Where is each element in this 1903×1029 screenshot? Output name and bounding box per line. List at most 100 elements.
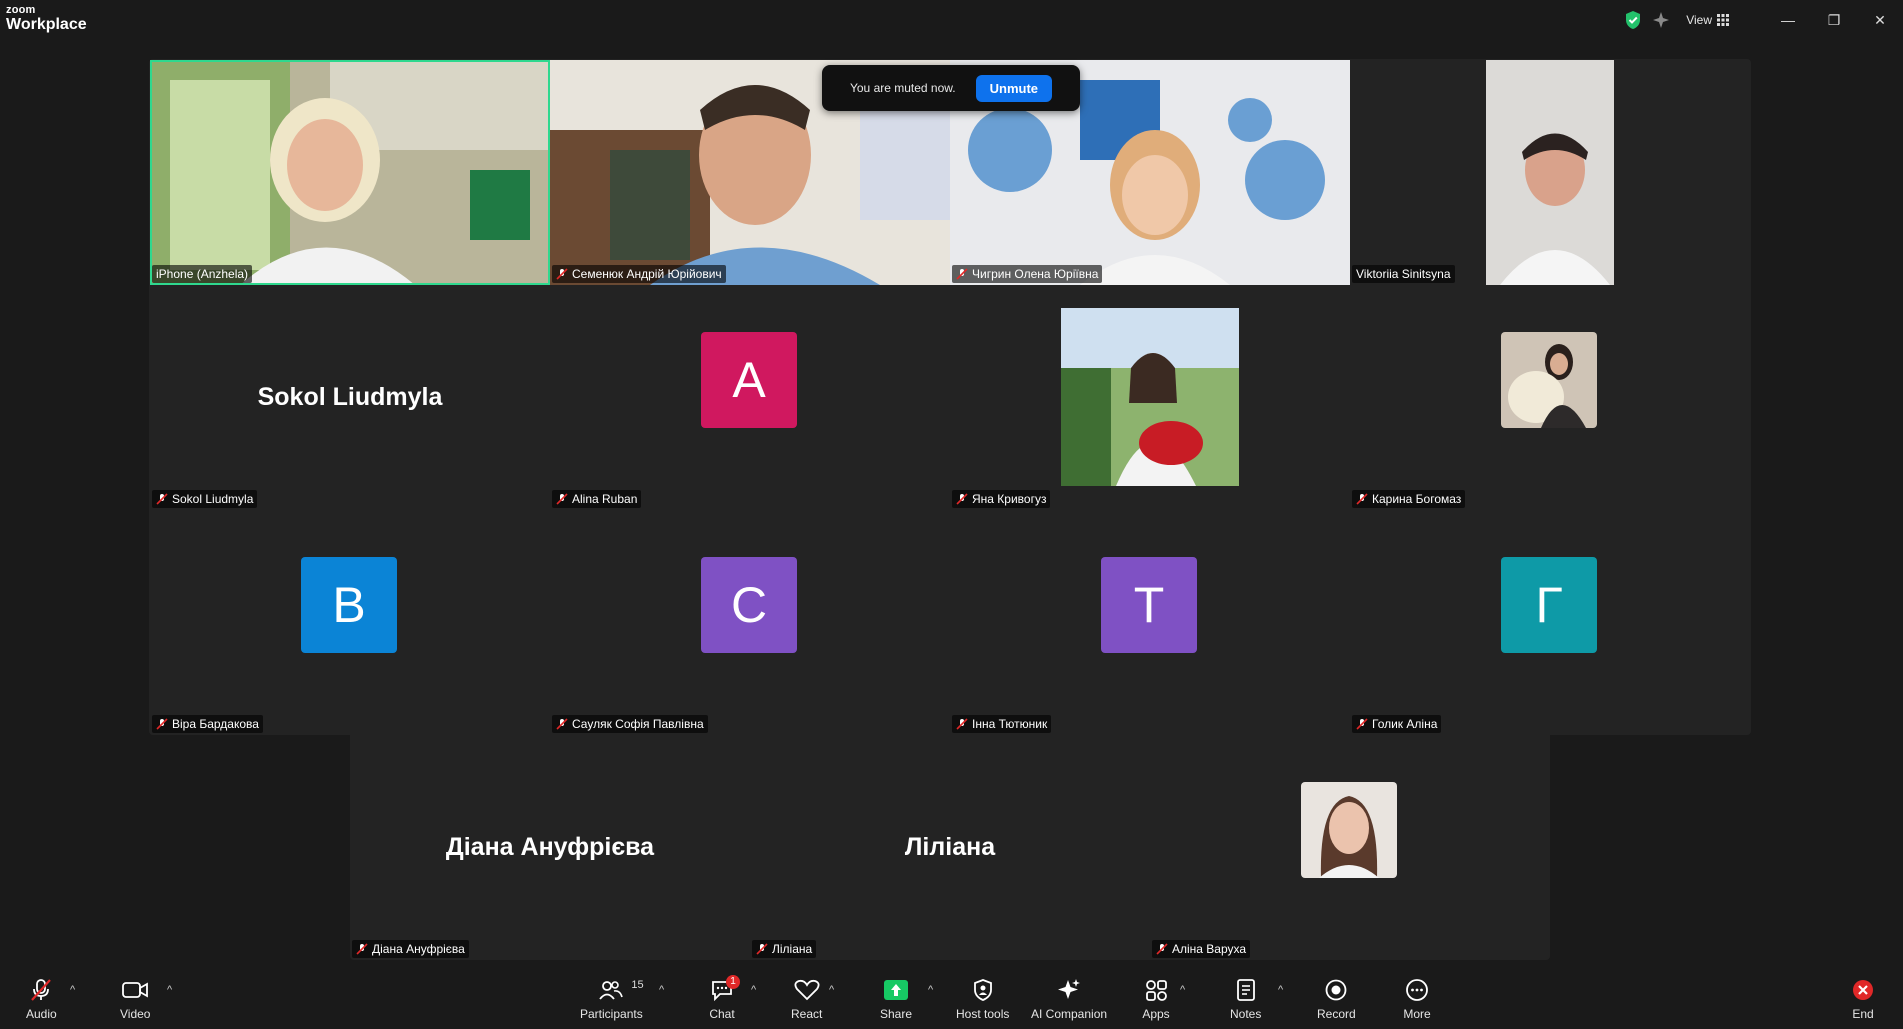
participant-tile[interactable]: Ліліана Ліліана xyxy=(750,735,1150,960)
shield-check-icon[interactable] xyxy=(1624,10,1642,30)
participant-tile[interactable]: Яна Кривогуз xyxy=(950,285,1350,510)
react-options-chevron-icon[interactable]: ^ xyxy=(829,984,834,996)
heart-icon xyxy=(794,979,820,1001)
muted-mic-icon xyxy=(156,718,168,730)
participant-tile[interactable]: Карина Богомаз xyxy=(1350,285,1750,510)
video-button[interactable]: Video xyxy=(120,977,150,1021)
participant-name-tag: Інна Тютюник xyxy=(952,715,1052,733)
share-label: Share xyxy=(880,1007,913,1021)
participant-tile[interactable]: Діана Ануфрієва Діана Ануфрієва xyxy=(350,735,750,960)
unmute-button[interactable]: Unmute xyxy=(975,74,1053,102)
participant-name: Голик Аліна xyxy=(1372,717,1438,731)
react-label: React xyxy=(791,1007,823,1021)
participants-icon xyxy=(599,981,624,1000)
participant-tile[interactable]: C Сауляк Софія Павлівна xyxy=(550,510,950,735)
video-options-chevron-icon[interactable]: ^ xyxy=(167,984,172,996)
react-button[interactable]: React xyxy=(791,977,822,1021)
apps-button[interactable]: Apps xyxy=(1142,977,1170,1021)
host-shield-icon xyxy=(973,979,992,1001)
notes-options-chevron-icon[interactable]: ^ xyxy=(1278,984,1283,996)
profile-photo xyxy=(1301,782,1397,878)
muted-mic-icon xyxy=(356,943,368,955)
share-button[interactable]: Share xyxy=(880,977,912,1021)
muted-message: You are muted now. xyxy=(849,81,956,95)
view-button[interactable]: View xyxy=(1686,13,1729,27)
muted-mic-icon xyxy=(1156,943,1168,955)
participant-name-tag: Голик Аліна xyxy=(1352,715,1442,733)
notes-icon xyxy=(1236,979,1255,1001)
initial-avatar: C xyxy=(701,557,797,653)
muted-mic-icon xyxy=(956,493,968,505)
participant-name: Аліна Варуха xyxy=(1172,942,1247,956)
participant-name: iPhone (Anzhela) xyxy=(156,267,249,281)
video-tile[interactable]: Viktoriia Sinitsyna xyxy=(1350,60,1750,285)
participant-display-name: Sokol Liudmyla xyxy=(257,383,443,411)
muted-mic-icon xyxy=(556,493,568,505)
audio-label: Audio xyxy=(26,1007,57,1021)
participant-name: Сауляк Софія Павлівна xyxy=(572,717,704,731)
participants-label: Participants xyxy=(580,1007,643,1021)
chat-button[interactable]: 1 Chat xyxy=(708,975,740,1021)
host-tools-button[interactable]: Host tools xyxy=(956,977,1009,1021)
record-label: Record xyxy=(1317,1007,1356,1021)
participant-name-tag: Alina Ruban xyxy=(552,490,642,508)
host-tools-label: Host tools xyxy=(956,1007,1010,1021)
profile-photo xyxy=(1501,332,1597,428)
participants-count: 15 xyxy=(631,979,644,991)
muted-mic-icon xyxy=(556,268,568,280)
brand-name: Workplace xyxy=(6,16,87,33)
participant-name: Sokol Liudmyla xyxy=(172,492,254,506)
share-options-chevron-icon[interactable]: ^ xyxy=(928,984,933,996)
video-tile[interactable]: iPhone (Anzhela) xyxy=(150,60,550,285)
audio-button[interactable]: Audio xyxy=(26,977,57,1021)
chat-unread-badge: 1 xyxy=(726,975,740,989)
participant-name-tag: Яна Кривогуз xyxy=(952,490,1051,508)
participant-tile[interactable]: A Alina Ruban xyxy=(550,285,950,510)
more-button[interactable]: More xyxy=(1403,977,1431,1021)
participant-tile[interactable]: T Інна Тютюник xyxy=(950,510,1350,735)
ai-sparkle-icon xyxy=(1058,979,1081,999)
record-button[interactable]: Record xyxy=(1317,977,1356,1021)
apps-options-chevron-icon[interactable]: ^ xyxy=(1180,984,1185,996)
participant-video xyxy=(150,60,550,285)
restore-button[interactable]: ❐ xyxy=(1811,12,1857,29)
muted-mic-icon xyxy=(1356,718,1368,730)
apps-icon xyxy=(1146,980,1167,1001)
apps-label: Apps xyxy=(1142,1007,1170,1021)
initial-avatar: B xyxy=(301,557,397,653)
ai-companion-button[interactable]: AI Companion xyxy=(1031,977,1107,1021)
video-label: Video xyxy=(120,1007,151,1021)
participant-name: Карина Богомаз xyxy=(1372,492,1462,506)
muted-notification: You are muted now. Unmute xyxy=(822,65,1080,111)
participant-name-tag: Семенюк Андрій Юрійович xyxy=(552,265,726,283)
more-dots-icon xyxy=(1406,979,1428,1001)
title-bar: zoom Workplace View — ❐ ✕ xyxy=(0,0,1903,40)
initial-avatar: Г xyxy=(1501,557,1597,653)
participant-name-tag: Viktoriia Sinitsyna xyxy=(1352,265,1455,283)
initial-avatar: A xyxy=(701,332,797,428)
participant-name-tag: Sokol Liudmyla xyxy=(152,490,258,508)
participant-tile[interactable]: Г Голик Аліна xyxy=(1350,510,1750,735)
end-button[interactable]: End xyxy=(1849,977,1877,1021)
participants-button[interactable]: 15 Participants xyxy=(580,977,644,1021)
close-window-button[interactable]: ✕ xyxy=(1857,12,1903,29)
participants-options-chevron-icon[interactable]: ^ xyxy=(659,984,664,996)
participant-tile[interactable]: B Віра Бардакова xyxy=(150,510,550,735)
participant-tile[interactable]: Sokol Liudmyla Sokol Liudmyla xyxy=(150,285,550,510)
muted-mic-icon xyxy=(156,493,168,505)
participant-tile[interactable]: Аліна Варуха xyxy=(1150,735,1550,960)
muted-mic-icon xyxy=(956,268,968,280)
brand-small: zoom xyxy=(6,4,36,16)
chat-options-chevron-icon[interactable]: ^ xyxy=(751,984,756,996)
minimize-button[interactable]: — xyxy=(1765,12,1811,29)
sparkle-icon[interactable] xyxy=(1652,11,1670,29)
notes-button[interactable]: Notes xyxy=(1230,977,1261,1021)
participant-name: Діана Ануфрієва xyxy=(372,942,465,956)
audio-options-chevron-icon[interactable]: ^ xyxy=(70,984,75,996)
participant-name: Семенюк Андрій Юрійович xyxy=(572,267,722,281)
muted-mic-icon xyxy=(756,943,768,955)
participant-name: Яна Кривогуз xyxy=(972,492,1047,506)
notes-label: Notes xyxy=(1230,1007,1262,1021)
participant-name-tag: Віра Бардакова xyxy=(152,715,263,733)
participant-name: Ліліана xyxy=(772,942,813,956)
